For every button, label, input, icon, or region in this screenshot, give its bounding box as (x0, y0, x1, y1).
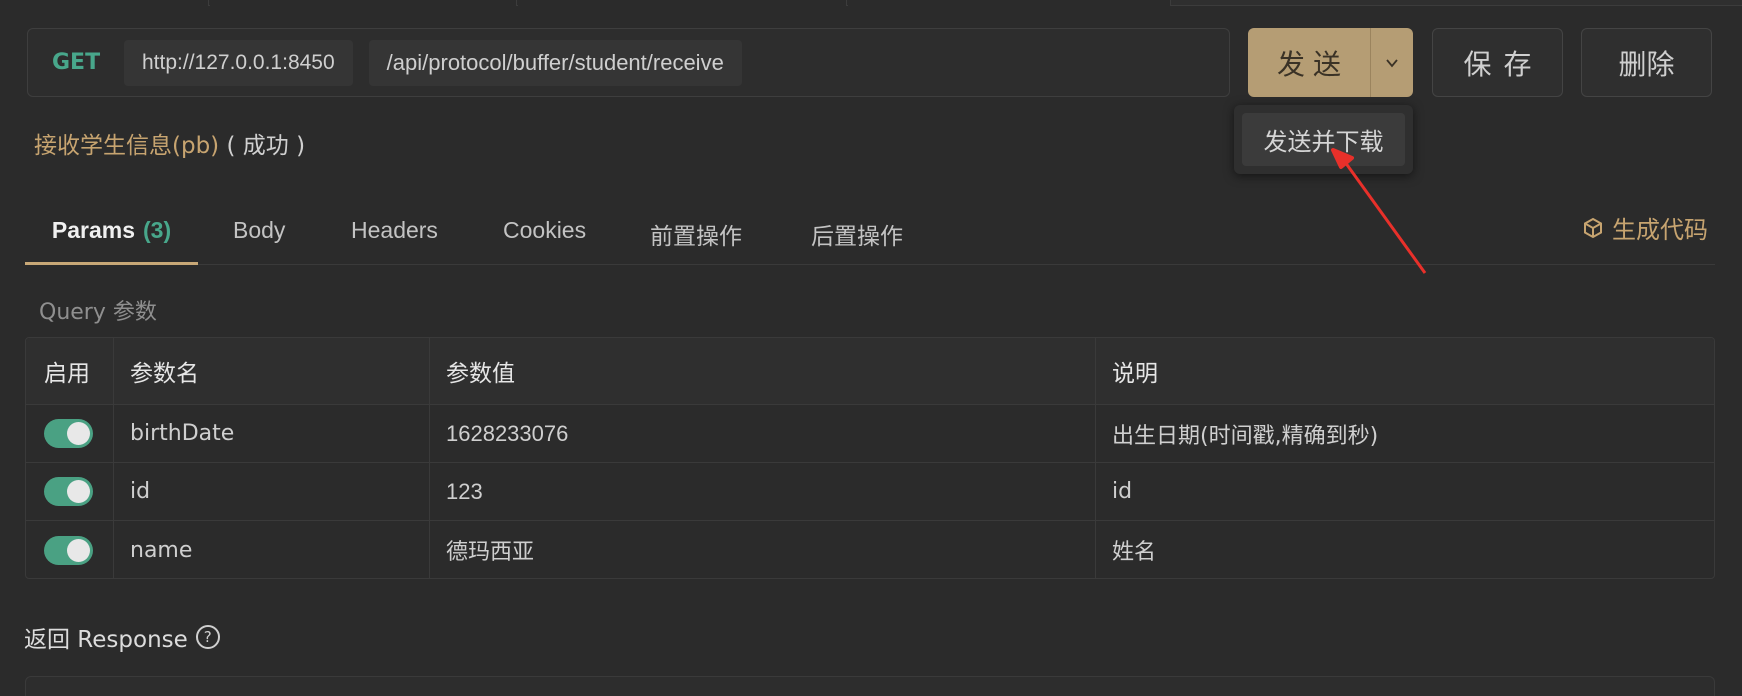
toggle-knob (67, 538, 90, 562)
tab-label: Headers (351, 217, 438, 243)
param-name-cell[interactable]: name (114, 521, 430, 578)
enable-cell (26, 463, 114, 520)
generate-code-label: 生成代码 (1612, 216, 1708, 244)
chevron-down-icon (1386, 58, 1398, 67)
tab-params[interactable]: Params (3) (25, 203, 198, 265)
send-options-toggle[interactable] (1370, 28, 1413, 97)
param-description-cell[interactable]: 姓名 (1096, 521, 1714, 578)
param-value-cell[interactable]: 德玛西亚 (430, 521, 1096, 578)
response-heading: 返回 Response ? (24, 620, 220, 654)
tab-body[interactable]: Body (233, 203, 285, 265)
path-input[interactable]: /api/protocol/buffer/student/receive (368, 39, 742, 86)
tab-headers[interactable]: Headers (351, 203, 438, 265)
cube-icon (1584, 217, 1602, 238)
column-header-description: 说明 (1112, 361, 1158, 387)
param-name-cell[interactable]: birthDate (114, 405, 430, 462)
generate-code-button[interactable]: 生成代码 (1582, 210, 1708, 245)
tab-label: 后置操作 (811, 223, 903, 249)
toggle-knob (67, 480, 90, 503)
tab-divider (516, 0, 518, 6)
tab-label: Params (51, 217, 135, 243)
host-field[interactable]: http://127.0.0.1:8450 (124, 39, 353, 86)
toggle-knob (67, 422, 90, 445)
enable-toggle[interactable] (44, 535, 93, 565)
column-header-value: 参数值 (430, 338, 1096, 404)
params-table: 启用 参数名 参数值 说明 birthDate 1628233076 出生日期(… (25, 337, 1715, 579)
send-button[interactable]: 发送 (1248, 28, 1370, 97)
param-value-cell[interactable]: 123 (430, 463, 1096, 520)
params-count-badge: (3) (143, 217, 172, 243)
delete-button[interactable]: 删除 (1581, 28, 1712, 97)
request-title: 接收学生信息(pb) ( 成功 ) (34, 126, 305, 160)
enable-cell (26, 405, 114, 462)
enable-cell (26, 521, 114, 578)
request-status: ( 成功 ) (226, 133, 306, 159)
query-params-heading: Query 参数 (39, 300, 157, 325)
response-panel (25, 676, 1715, 696)
response-label: 返回 Response (24, 627, 188, 653)
table-row: birthDate 1628233076 出生日期(时间戳,精确到秒) (26, 405, 1714, 463)
request-tab-strip (0, 0, 1742, 6)
url-bar[interactable]: GET http://127.0.0.1:8450 /api/protocol/… (27, 28, 1230, 97)
table-row: id 123 id (26, 463, 1714, 521)
send-and-download-item[interactable]: 发送并下载 (1242, 113, 1405, 166)
save-button[interactable]: 保存 (1432, 28, 1563, 97)
tab-label: 前置操作 (650, 223, 742, 249)
tab-label: Cookies (503, 217, 587, 243)
tab-post-operations[interactable]: 后置操作 (811, 203, 903, 265)
tab-pre-operations[interactable]: 前置操作 (650, 203, 742, 265)
help-icon[interactable]: ? (195, 625, 220, 649)
param-value-cell[interactable]: 1628233076 (430, 405, 1096, 462)
enable-toggle[interactable] (44, 477, 93, 506)
request-tabs: Params (3) Body Headers Cookies 前置操作 后置操… (25, 203, 1715, 265)
param-name-cell[interactable]: id (114, 463, 430, 520)
table-row: name 德玛西亚 姓名 (26, 521, 1714, 578)
column-header-name: 参数名 (114, 338, 430, 404)
method-select[interactable]: GET (52, 50, 124, 75)
param-description-cell[interactable]: id (1096, 463, 1714, 520)
send-button-group: 发送 (1248, 28, 1413, 97)
param-description-cell[interactable]: 出生日期(时间戳,精确到秒) (1096, 405, 1714, 462)
tab-cookies[interactable]: Cookies (503, 203, 586, 265)
request-name[interactable]: 接收学生信息(pb) (34, 133, 219, 159)
tab-divider (846, 0, 848, 6)
column-header-enabled: 启用 (26, 338, 114, 404)
active-tab-edge (1170, 0, 1742, 6)
tab-divider (208, 0, 210, 6)
table-header-row: 启用 参数名 参数值 说明 (26, 338, 1714, 405)
tab-label: Body (233, 217, 286, 243)
send-dropdown-menu: 发送并下载 (1234, 105, 1413, 174)
enable-toggle[interactable] (44, 419, 93, 448)
